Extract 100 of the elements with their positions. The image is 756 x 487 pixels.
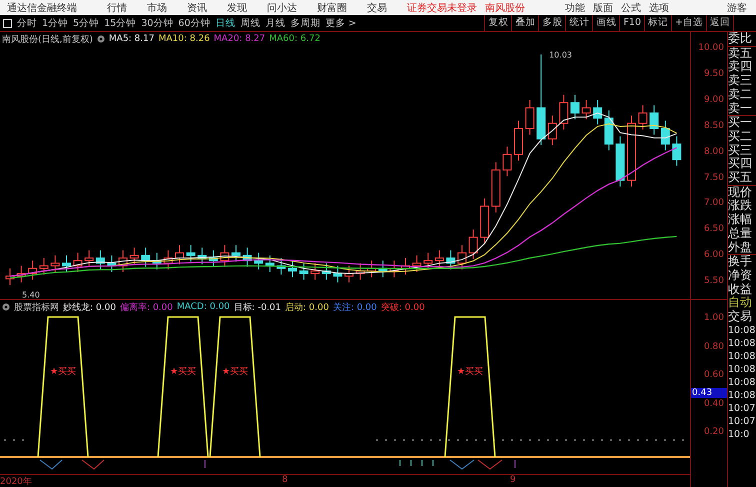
panel-toggle-icon[interactable] <box>3 18 12 28</box>
menu-item[interactable]: 问小达 <box>267 0 297 14</box>
period-tab[interactable]: 1分钟 <box>42 16 68 30</box>
trade-time: 10:08 <box>728 388 756 402</box>
candlestick <box>118 250 128 272</box>
quote-label: 换手 <box>728 255 753 269</box>
menu-item[interactable]: 交易 <box>367 0 387 14</box>
quote-label: 涨跌 <box>728 199 753 213</box>
price-axis-label: 7.50 <box>704 172 724 182</box>
price-axis-label: 6.00 <box>704 250 724 260</box>
candlestick <box>616 136 625 188</box>
period-tab[interactable]: 多周期 <box>290 16 320 30</box>
menu-tool[interactable]: 版面 <box>593 0 613 14</box>
chart-tool-button[interactable]: 返回 <box>706 15 733 31</box>
ma-legend-label: MA5: 8.17 <box>108 34 154 44</box>
candlestick <box>232 244 240 262</box>
quote-label: 买三 <box>728 144 753 158</box>
period-tab[interactable]: 60分钟 <box>178 16 210 30</box>
high-price-label: 10.03 <box>549 50 572 60</box>
chart-tool-button[interactable]: 多股 <box>538 15 566 31</box>
price-axis-label: 6.50 <box>704 224 724 234</box>
menu-item[interactable]: 市场 <box>147 0 167 14</box>
candlestick <box>514 120 523 162</box>
candlestick <box>401 258 410 276</box>
candlestick <box>39 258 48 276</box>
tick-mark <box>514 460 516 468</box>
menu-item[interactable]: 发现 <box>227 0 247 14</box>
candlestick <box>6 268 14 286</box>
candlestick <box>62 254 71 272</box>
period-tab[interactable]: 15分钟 <box>104 16 136 30</box>
quote-label: 卖一 <box>728 102 756 116</box>
menu-item[interactable]: 行情 <box>107 0 127 14</box>
period-tab[interactable]: 分时 <box>17 16 37 30</box>
trade-time: 10:08 <box>728 362 756 376</box>
trade-time: 10:0 <box>728 428 750 441</box>
candlestick <box>242 247 252 268</box>
time-axis-label: 2020年 <box>0 476 33 487</box>
menu-tool[interactable]: 功能 <box>565 0 585 14</box>
v-marker <box>40 460 62 470</box>
period-tab[interactable]: 周线 <box>240 16 260 30</box>
period-tab[interactable]: 月线 <box>265 16 286 30</box>
candlestick <box>333 265 342 283</box>
candlestick <box>660 120 670 151</box>
chart-tool-button[interactable]: 统计 <box>565 15 592 31</box>
chart-tool-button[interactable]: 画线 <box>592 15 620 31</box>
period-tab[interactable]: 30分钟 <box>141 16 174 30</box>
chart-tool-button[interactable]: 标记 <box>644 15 672 31</box>
chart-tool-button[interactable]: +自选 <box>671 15 706 31</box>
time-axis-label: 8 <box>282 475 289 487</box>
chart-tool-button[interactable]: 复权 <box>484 15 512 31</box>
price-axis-label: 9.00 <box>704 94 724 105</box>
candlestick <box>288 260 297 278</box>
chart-tool-button[interactable]: F10 <box>619 15 644 31</box>
candlestick <box>446 250 456 270</box>
menu-item[interactable]: 财富圈 <box>317 0 347 14</box>
trade-label[interactable]: 交易 <box>728 310 756 324</box>
price-axis-label: 9.50 <box>704 68 724 79</box>
chart-title: 南风股份(日线,前复权) <box>2 34 93 46</box>
indicator-legend-label: 偏离率: 0.00 <box>120 302 173 314</box>
quote-label: 外盘 <box>728 240 756 256</box>
candlestick <box>378 260 388 278</box>
menu-tool[interactable]: 选项 <box>649 0 669 14</box>
menu-item[interactable]: 资讯 <box>187 0 207 14</box>
login-status[interactable]: 证券交易未登录 <box>407 0 477 14</box>
candlestick <box>208 250 218 268</box>
candlestick <box>152 252 162 270</box>
period-tab[interactable]: 日线 <box>215 16 236 30</box>
candlestick <box>672 136 682 166</box>
quote-label: 委比 <box>728 32 756 47</box>
candlestick <box>412 254 422 272</box>
stock-name[interactable]: 南风股份 <box>485 0 525 14</box>
indicator-axis-label: 0.60 <box>704 370 724 380</box>
candlestick <box>84 250 94 268</box>
candlestick <box>186 244 196 262</box>
settings-icon[interactable] <box>2 303 10 311</box>
candlestick <box>593 100 602 125</box>
quote-label: 买二 <box>728 130 753 144</box>
tick-mark <box>410 460 412 466</box>
chart-tool-button[interactable]: 叠加 <box>511 15 538 31</box>
candlestick <box>50 254 60 272</box>
user-label[interactable]: 游客 <box>727 0 747 14</box>
settings-icon[interactable] <box>96 35 105 43</box>
auto-trade-label[interactable]: 自动 <box>728 296 756 310</box>
menu-tool[interactable]: 公式 <box>621 0 641 14</box>
candlestick <box>164 250 173 270</box>
trade-time: 10:07 <box>728 414 756 428</box>
candlestick <box>96 250 105 270</box>
candlestick <box>458 244 466 270</box>
candlestick <box>310 262 320 280</box>
period-tab[interactable]: 更多 > <box>325 16 356 30</box>
candlestick <box>299 262 308 280</box>
period-tab[interactable]: 5分钟 <box>73 16 100 30</box>
v-marker <box>450 460 474 470</box>
price-axis-label: 8.00 <box>704 146 724 157</box>
trade-time: 10:07 <box>728 402 756 415</box>
indicator-legend-label: 关注: 0.00 <box>332 302 377 314</box>
tick-mark <box>204 460 206 468</box>
time-axis-label: 9 <box>510 475 517 487</box>
price-axis-label: 7.00 <box>704 198 724 208</box>
indicator-legend-label: MACD: 0.00 <box>176 302 230 312</box>
